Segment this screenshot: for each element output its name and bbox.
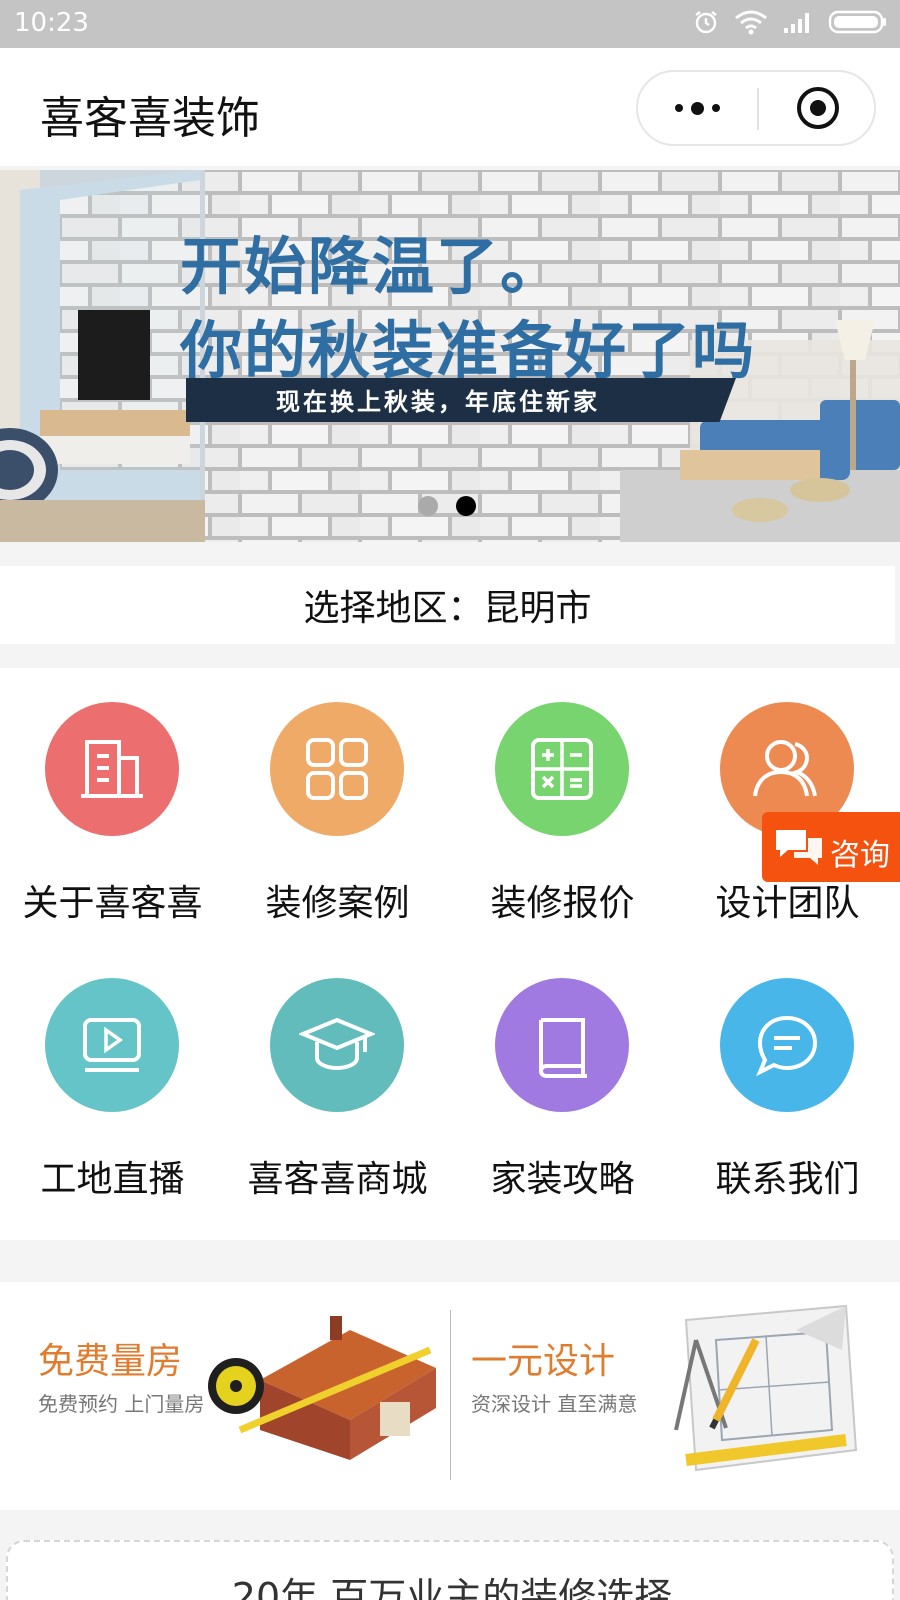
nav-bar: 喜客喜装饰 [0,48,900,166]
promo-right-title: 一元设计 [471,1341,616,1382]
slogan-text: 20年 百万业主的装修选择 [231,1575,673,1600]
banner-headline-1: 开始降温了。 [180,230,565,303]
page-title: 喜客喜装饰 [40,93,260,144]
menu-item-quote[interactable]: 装修报价 [450,668,675,948]
calculator-icon [495,702,629,836]
mini-program-capsule [636,70,876,146]
book-icon [495,978,629,1112]
menu-item-label: 喜客喜商城 [247,1159,428,1200]
promo-left-subtitle: 免费预约 上门量房 [38,1392,205,1416]
system-icons [692,8,888,36]
promo-section: 免费量房 免费预约 上门量房 一元设计 资深设计 直至满意 [0,1282,900,1510]
chat-icon [776,830,822,865]
house-measure-icon [208,1316,436,1460]
more-dot-icon [690,101,704,115]
menu-item-live[interactable]: 工地直播 [0,944,225,1224]
pagination-dot-active[interactable] [456,496,476,516]
more-dot-icon [711,104,720,112]
grid-icon [270,702,404,836]
promo-banner[interactable]: 开始降温了。 你的秋装准备好了吗 现在换上秋装，年底住新家 [0,170,900,542]
status-time: 10:23 [14,8,89,38]
banner-headline-2: 你的秋装准备好了吗 [180,314,757,387]
status-bar: 10:23 [0,0,900,48]
menu-item-label: 工地直播 [40,1159,185,1200]
chat-bubble-icon [720,978,854,1112]
more-dot-icon [674,104,683,112]
video-icon [45,978,179,1112]
menu-grid: 关于喜客喜 装修案例 装修报价 设计团队 工地直播 喜客喜商城 家装攻略 联系我… [0,668,900,1240]
consult-label: 咨询 [830,838,890,873]
promo-right-subtitle: 资深设计 直至满意 [471,1392,638,1416]
pagination-dot[interactable] [418,496,438,516]
building-icon [45,702,179,836]
wifi-icon [734,9,768,35]
graduation-cap-icon [270,978,404,1112]
menu-item-cases[interactable]: 装修案例 [225,668,450,948]
consult-button[interactable]: 咨询 [762,812,900,882]
banner-tagline: 现在换上秋装，年底住新家 [276,388,600,416]
region-selector[interactable]: 选择地区：昆明市 [0,566,895,644]
signal-icon [782,10,814,34]
menu-item-team[interactable]: 设计团队 [675,668,900,948]
menu-item-about[interactable]: 关于喜客喜 [0,668,225,948]
blueprint-icon [674,1304,858,1472]
target-close-icon [796,87,839,129]
more-menu-button[interactable] [638,72,756,144]
menu-item-label: 装修报价 [490,883,635,924]
menu-item-label: 装修案例 [265,883,410,924]
menu-item-guide[interactable]: 家装攻略 [450,944,675,1224]
menu-item-mall[interactable]: 喜客喜商城 [225,944,450,1224]
menu-item-label: 关于喜客喜 [22,883,203,924]
battery-icon [828,9,888,35]
menu-item-label: 联系我们 [715,1159,860,1200]
alarm-icon [692,8,720,36]
menu-item-label: 家装攻略 [490,1159,635,1200]
promo-one-yuan-design[interactable]: 一元设计 资深设计 直至满意 [451,1282,900,1510]
slogan-card: 20年 百万业主的装修选择 [6,1540,894,1600]
close-mini-program-button[interactable] [759,72,876,144]
promo-left-title: 免费量房 [38,1341,183,1382]
banner-pagination [418,496,476,516]
promo-free-measure[interactable]: 免费量房 免费预约 上门量房 [0,1282,450,1510]
menu-item-contact[interactable]: 联系我们 [675,944,900,1224]
